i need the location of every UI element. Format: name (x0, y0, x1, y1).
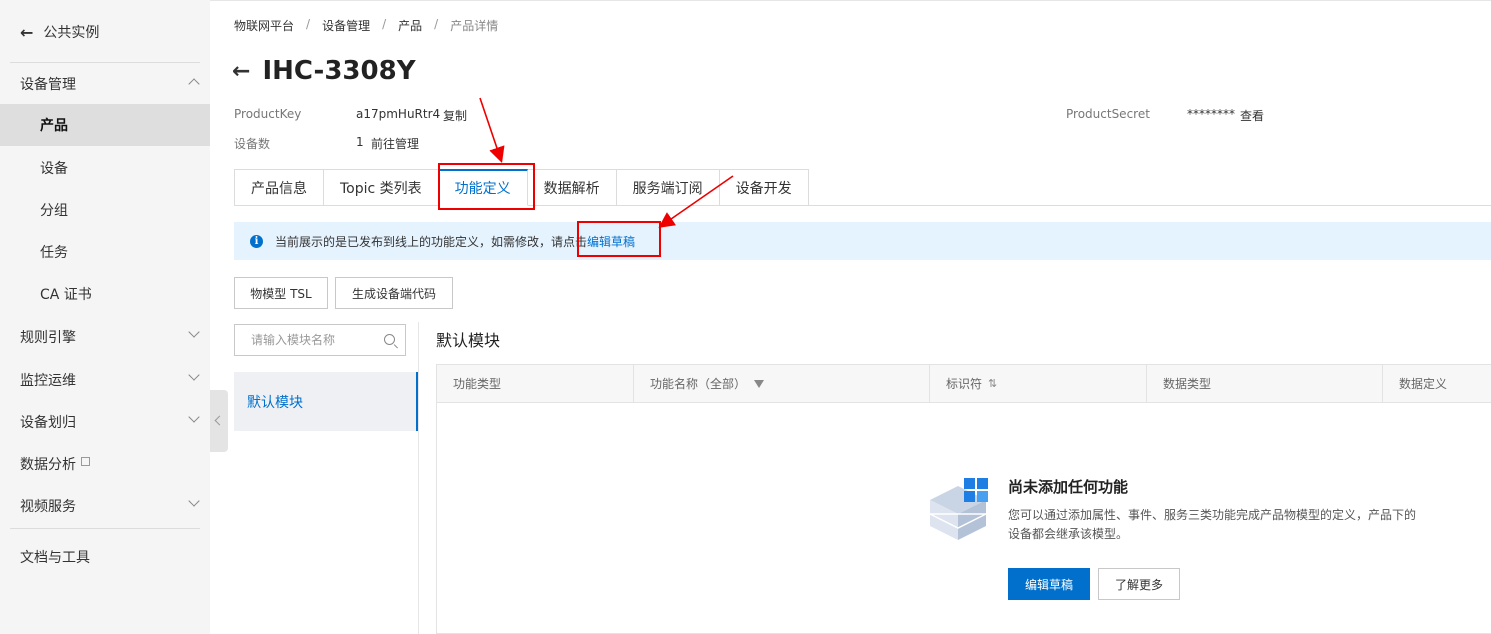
column-header-label: 标识符 (946, 377, 983, 391)
page-title: IHC-3308Y (262, 56, 416, 86)
breadcrumb-current: 产品详情 (450, 19, 499, 33)
column-header-label: 功能类型 (453, 377, 502, 391)
annotation-highlight-box (577, 221, 661, 257)
learn-more-button[interactable]: 了解更多 (1098, 568, 1180, 600)
generate-device-code-button[interactable]: 生成设备端代码 (335, 277, 453, 309)
sidebar-item-label: 分组 (40, 203, 68, 219)
back-to-instance-link[interactable]: ← 公共实例 (20, 22, 99, 42)
sort-icon[interactable]: ⇅ (988, 377, 997, 390)
module-search-input[interactable] (251, 333, 376, 347)
notice-text: 当前展示的是已发布到线上的功能定义，如需修改，请点击 (275, 234, 588, 249)
device-count-label: 设备数 (234, 137, 271, 151)
sidebar-group-label: 规则引擎 (20, 330, 76, 346)
module-search (234, 324, 406, 356)
product-key-row: ProductKey a17pmHuRtr4 复制 (234, 107, 494, 123)
module-panel-divider (418, 322, 419, 634)
device-count-row: 设备数 1 前往管理 (234, 135, 494, 151)
breadcrumb-item[interactable]: 设备管理 (322, 17, 370, 34)
sidebar-item-group[interactable]: 分组 (0, 189, 210, 231)
tsl-button[interactable]: 物模型 TSL (234, 277, 328, 309)
breadcrumb-item[interactable]: 物联网平台 (234, 17, 294, 34)
module-title: 默认模块 (436, 331, 501, 350)
tab-data-parsing[interactable]: 数据解析 (527, 169, 617, 206)
breadcrumb: 物联网平台 / 设备管理 / 产品 / 产品详情 (234, 17, 498, 34)
tab-device-development[interactable]: 设备开发 (719, 169, 809, 206)
breadcrumb-separator: / (306, 17, 311, 31)
filter-icon[interactable] (754, 379, 765, 388)
info-notice: i 当前展示的是已发布到线上的功能定义，如需修改，请点击 编辑草稿 (234, 222, 1491, 260)
sidebar-item-label: 设备 (40, 161, 68, 177)
column-header-data-type: 数据类型 (1147, 365, 1383, 402)
back-arrow-icon: ← (20, 22, 34, 42)
sidebar-group-data-analysis[interactable]: 数据分析 (20, 454, 90, 474)
sidebar-footer-label: 文档与工具 (20, 550, 90, 566)
annotation-highlight-box (438, 163, 535, 210)
sidebar-group-monitoring[interactable]: 监控运维 (20, 370, 76, 390)
column-header-label: 数据定义 (1399, 377, 1448, 391)
column-header-identifier: 标识符 ⇅ (930, 365, 1147, 402)
sidebar-divider (10, 528, 200, 529)
sidebar-group-label: 数据分析 (20, 457, 76, 473)
product-key-label: ProductKey (234, 107, 302, 121)
device-count-value: 1 (356, 135, 364, 149)
tab-server-subscription[interactable]: 服务端订阅 (616, 169, 720, 206)
copy-link[interactable]: 复制 (443, 107, 467, 124)
breadcrumb-separator: / (382, 17, 387, 31)
breadcrumb-separator: / (434, 17, 439, 31)
tab-topic-list[interactable]: Topic 类列表 (324, 169, 439, 206)
column-header-function-type: 功能类型 (437, 365, 634, 402)
info-icon: i (250, 234, 263, 248)
sidebar-item-device[interactable]: 设备 (0, 147, 210, 189)
external-link-icon (81, 457, 90, 466)
sidebar-group-device-management[interactable]: 设备管理 (20, 74, 76, 94)
sidebar-group-rule-engine[interactable]: 规则引擎 (20, 327, 76, 347)
product-key-value: a17pmHuRtr4 (356, 107, 441, 121)
sidebar-group-label: 监控运维 (20, 373, 76, 389)
sidebar: ← 公共实例 设备管理 产品 设备 分组 任务 CA 证书 规则引擎 监控运维 … (0, 0, 210, 634)
manage-devices-link[interactable]: 前往管理 (371, 135, 419, 152)
column-header-label: 功能名称（全部） (650, 377, 747, 391)
column-header-function-name: 功能名称（全部） (634, 365, 930, 402)
sidebar-item-label: 产品 (40, 118, 68, 134)
product-secret-value: ******** (1187, 107, 1235, 121)
back-arrow-icon[interactable]: ← (232, 59, 250, 84)
sidebar-item-task[interactable]: 任务 (0, 231, 210, 273)
product-secret-label: ProductSecret (1066, 107, 1150, 121)
empty-state-description: 您可以通过添加属性、事件、服务三类功能完成产品物模型的定义，产品下的设备都会继承… (1008, 508, 1417, 541)
column-header-data-definition: 数据定义 (1383, 365, 1491, 402)
sidebar-group-video[interactable]: 视频服务 (20, 496, 76, 516)
chevron-up-icon[interactable] (188, 78, 200, 90)
module-list-item[interactable]: 默认模块 (234, 372, 418, 431)
sidebar-collapse-handle[interactable] (210, 390, 228, 452)
edit-draft-button[interactable]: 编辑草稿 (1008, 568, 1090, 600)
empty-box-illustration-icon (929, 478, 988, 540)
sidebar-group-label: 视频服务 (20, 499, 76, 515)
top-border (0, 0, 1491, 1)
sidebar-item-label: 任务 (40, 245, 68, 261)
page-header: ← IHC-3308Y (232, 56, 416, 86)
sidebar-item-product[interactable]: 产品 (0, 104, 210, 146)
breadcrumb-item[interactable]: 产品 (398, 17, 422, 34)
view-secret-link[interactable]: 查看 (1240, 107, 1264, 124)
sidebar-group-label: 设备管理 (20, 77, 76, 93)
sidebar-item-ca-cert[interactable]: CA 证书 (0, 273, 210, 315)
empty-state-title: 尚未添加任何功能 (1008, 478, 1129, 496)
back-label: 公共实例 (43, 25, 100, 41)
sidebar-divider (10, 62, 200, 63)
search-icon[interactable] (384, 334, 395, 345)
chevron-down-icon[interactable] (188, 495, 200, 507)
sidebar-group-label: 设备划归 (20, 415, 76, 431)
sidebar-item-label: CA 证书 (40, 287, 92, 303)
chevron-down-icon[interactable] (188, 369, 200, 381)
sidebar-docs-tools[interactable]: 文档与工具 (20, 547, 90, 567)
sidebar-group-device-assign[interactable]: 设备划归 (20, 412, 76, 432)
product-secret-row: ProductSecret ******** 查看 (1066, 107, 1326, 123)
tab-bar-underline (808, 205, 1491, 206)
tab-product-info[interactable]: 产品信息 (234, 169, 324, 206)
chevron-down-icon[interactable] (188, 411, 200, 423)
table-header: 功能类型 功能名称（全部） 标识符 ⇅ 数据类型 数据定义 (437, 365, 1491, 403)
column-header-label: 数据类型 (1163, 377, 1212, 391)
chevron-down-icon[interactable] (188, 326, 200, 338)
